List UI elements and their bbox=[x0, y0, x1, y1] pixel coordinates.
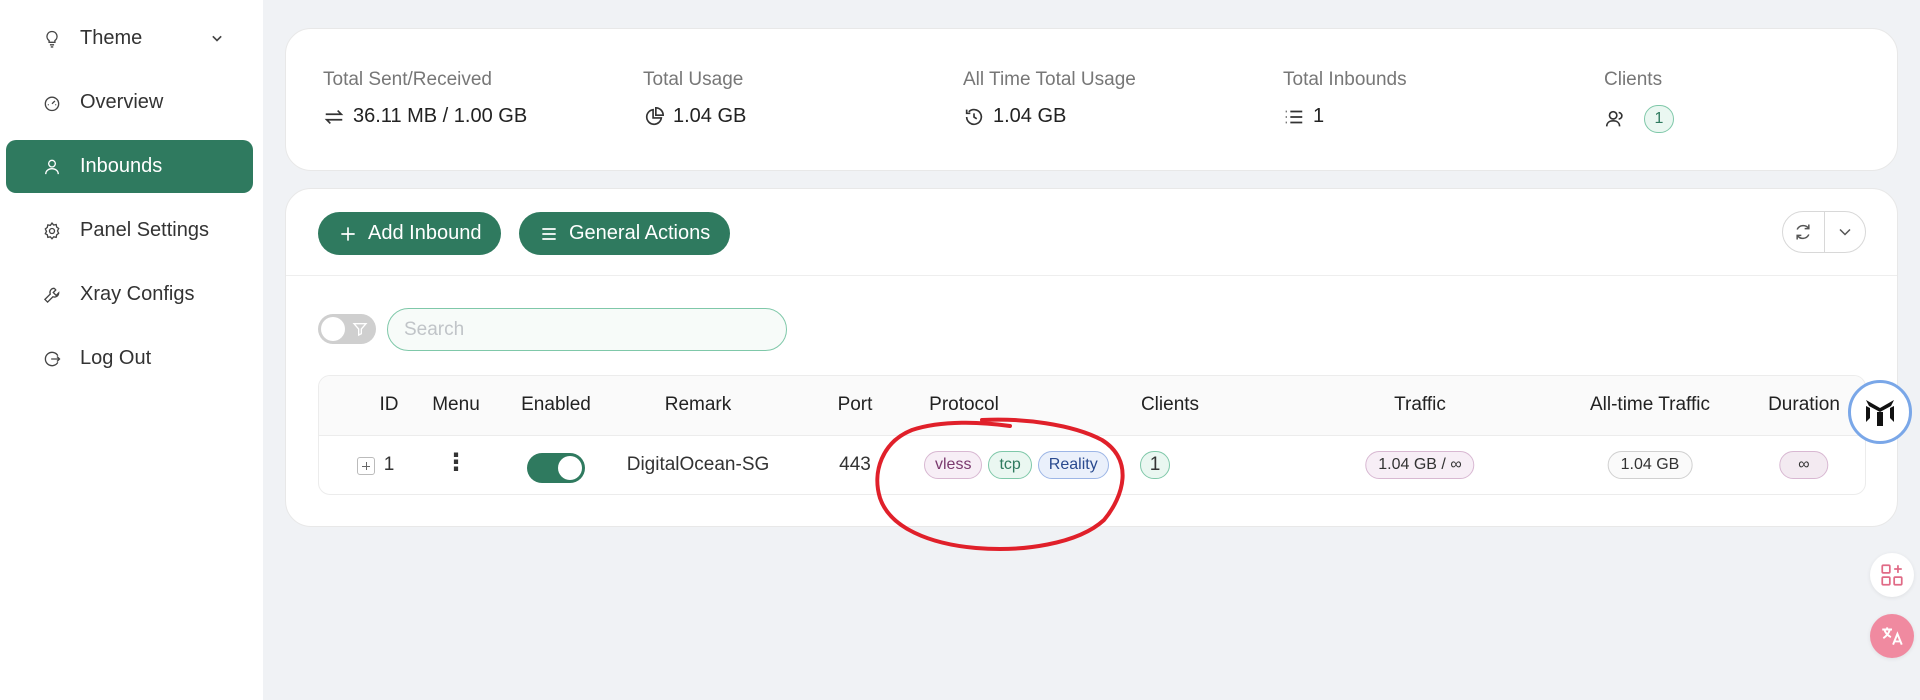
stat-all-time-usage: All Time Total Usage 1.04 GB bbox=[963, 69, 1136, 128]
sidebar-item-label: Panel Settings bbox=[80, 219, 209, 241]
expand-row-button[interactable] bbox=[357, 457, 375, 475]
add-inbound-button[interactable]: Add Inbound bbox=[318, 212, 502, 255]
annotation-circle bbox=[875, 417, 1125, 551]
stat-clients: Clients 1 bbox=[1604, 69, 1674, 133]
column-header-protocol: Protocol bbox=[929, 394, 999, 415]
column-header-remark: Remark bbox=[664, 394, 732, 415]
stat-value: 1.04 GB bbox=[673, 105, 747, 127]
filter-toggle[interactable] bbox=[318, 314, 376, 344]
sidebar-item-panel-settings[interactable]: Panel Settings bbox=[6, 204, 253, 257]
logo-icon bbox=[1866, 400, 1894, 426]
sidebar-item-label: Theme bbox=[80, 27, 143, 49]
stat-label: Total Sent/Received bbox=[323, 69, 492, 90]
sidebar-item-theme[interactable]: Theme bbox=[6, 12, 253, 65]
more-vertical-icon[interactable]: ⋮ bbox=[444, 448, 468, 477]
column-header-enabled: Enabled bbox=[521, 394, 591, 415]
menu-icon bbox=[542, 227, 556, 240]
column-header-clients: Clients bbox=[1140, 394, 1200, 415]
column-header-menu: Menu bbox=[432, 394, 480, 415]
row-clients-badge[interactable]: 1 bbox=[1140, 451, 1170, 479]
translate-icon bbox=[1882, 627, 1903, 646]
swap-icon bbox=[324, 109, 344, 124]
assistant-logo-button[interactable] bbox=[1848, 380, 1912, 444]
search-input[interactable] bbox=[387, 308, 787, 351]
sidebar-item-label: Overview bbox=[80, 91, 164, 113]
row-all-time-traffic: 1.04 GB bbox=[1607, 451, 1693, 479]
chevron-down-icon bbox=[212, 35, 222, 42]
stat-label: Clients bbox=[1604, 69, 1663, 90]
column-header-duration: Duration bbox=[1768, 394, 1840, 415]
toggle-knob bbox=[558, 456, 582, 480]
sidebar: Theme Overview Inbounds Panel Settings X… bbox=[0, 0, 263, 700]
stat-total-inbounds: Total Inbounds 1 bbox=[1283, 69, 1407, 128]
stats-card: Total Sent/Received 36.11 MB / 1.00 GB T… bbox=[285, 28, 1898, 171]
sync-icon bbox=[1796, 224, 1810, 240]
row-duration: ∞ bbox=[1779, 451, 1829, 479]
pie-chart-icon bbox=[645, 106, 664, 125]
sidebar-item-overview[interactable]: Overview bbox=[6, 76, 253, 129]
divider bbox=[286, 275, 1897, 276]
column-header-all-time-traffic: All-time Traffic bbox=[1589, 394, 1711, 415]
enabled-toggle[interactable] bbox=[527, 453, 585, 483]
stat-sent-received: Total Sent/Received 36.11 MB / 1.00 GB bbox=[323, 69, 527, 128]
refresh-options-dropdown[interactable] bbox=[1823, 212, 1866, 252]
row-port: 443 bbox=[839, 454, 871, 475]
column-header-port: Port bbox=[837, 394, 873, 415]
refresh-button-group bbox=[1782, 211, 1866, 253]
stat-label: Total Inbounds bbox=[1283, 69, 1407, 90]
row-remark: DigitalOcean-SG bbox=[626, 454, 770, 475]
sidebar-item-xray-configs[interactable]: Xray Configs bbox=[6, 268, 253, 321]
stat-value: 36.11 MB / 1.00 GB bbox=[353, 105, 528, 127]
column-header-id: ID bbox=[379, 394, 399, 415]
column-header-traffic: Traffic bbox=[1394, 394, 1446, 415]
stat-label: All Time Total Usage bbox=[963, 69, 1136, 90]
stat-value: 1.04 GB bbox=[993, 105, 1067, 127]
stat-label: Total Usage bbox=[643, 69, 744, 90]
sidebar-item-label: Log Out bbox=[80, 347, 152, 369]
history-icon bbox=[965, 108, 983, 125]
gear-icon bbox=[40, 219, 64, 243]
sidebar-item-label: Inbounds bbox=[80, 155, 163, 177]
logout-icon bbox=[40, 347, 64, 371]
dashboard-icon bbox=[40, 91, 64, 115]
apps-add-icon bbox=[1881, 564, 1903, 586]
chevron-down-icon bbox=[1839, 228, 1851, 236]
clients-count-badge: 1 bbox=[1644, 105, 1674, 133]
general-actions-button[interactable]: General Actions bbox=[519, 212, 731, 255]
stat-value: 1 bbox=[1313, 105, 1325, 127]
bulb-icon bbox=[40, 27, 64, 51]
apps-tool-button[interactable] bbox=[1870, 553, 1914, 597]
team-icon bbox=[1605, 110, 1623, 127]
row-traffic: 1.04 GB / ∞ bbox=[1365, 451, 1475, 479]
row-id: 1 bbox=[383, 454, 395, 475]
sidebar-item-log-out[interactable]: Log Out bbox=[6, 332, 253, 385]
sidebar-item-inbounds[interactable]: Inbounds bbox=[6, 140, 253, 193]
translate-tool-button[interactable] bbox=[1870, 614, 1914, 658]
list-icon bbox=[1285, 110, 1303, 123]
filter-icon bbox=[352, 323, 368, 337]
wrench-icon bbox=[40, 283, 64, 307]
plus-icon bbox=[341, 226, 355, 241]
refresh-button[interactable] bbox=[1783, 212, 1824, 252]
user-icon bbox=[40, 155, 64, 179]
general-actions-label: General Actions bbox=[569, 222, 711, 244]
toggle-knob bbox=[321, 317, 345, 341]
sidebar-item-label: Xray Configs bbox=[80, 283, 195, 305]
stat-total-usage: Total Usage 1.04 GB bbox=[643, 69, 746, 128]
add-inbound-label: Add Inbound bbox=[368, 222, 482, 244]
